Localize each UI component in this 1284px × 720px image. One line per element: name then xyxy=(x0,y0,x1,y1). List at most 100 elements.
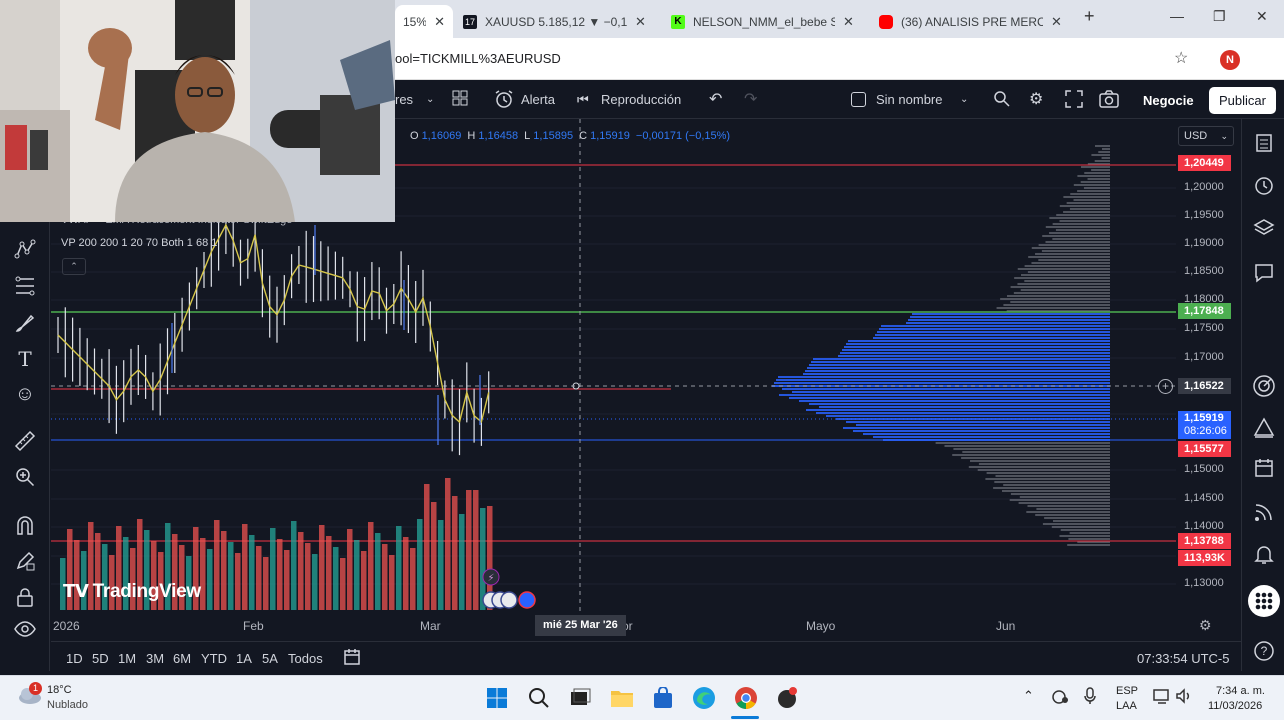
chevron-down-icon[interactable]: ⌄ xyxy=(426,94,434,105)
network-icon[interactable] xyxy=(1051,688,1069,707)
volume-profile-row xyxy=(1007,295,1110,297)
apps-grid-icon[interactable] xyxy=(1248,585,1280,617)
undo-icon[interactable]: ↶ xyxy=(709,89,722,109)
lock-icon[interactable] xyxy=(13,585,37,609)
quick-search-icon[interactable] xyxy=(993,90,1011,111)
fullscreen-icon[interactable] xyxy=(1065,90,1083,111)
date-range-icon[interactable] xyxy=(343,648,361,669)
browser-tab-active[interactable]: 15% ✕ xyxy=(395,5,453,38)
trade-button[interactable]: Negocie xyxy=(1133,87,1204,114)
weather-condition[interactable]: Nublado xyxy=(47,699,88,711)
chrome-browser-icon[interactable] xyxy=(733,685,759,711)
zoom-in-icon[interactable] xyxy=(13,465,37,489)
weather-temperature[interactable]: 18°C xyxy=(47,684,72,696)
search-icon[interactable] xyxy=(526,685,552,711)
pattern-tool-icon[interactable] xyxy=(13,237,37,261)
axis-settings-gear-icon[interactable]: ⚙ xyxy=(1199,617,1212,634)
camera-snapshot-icon[interactable] xyxy=(1099,90,1119,111)
volume-profile-row xyxy=(1091,154,1110,156)
timeframe-6m[interactable]: 6M xyxy=(173,651,191,666)
timeframe-1d[interactable]: 1D xyxy=(66,651,83,666)
chat-icon[interactable] xyxy=(1252,261,1276,285)
timeframe-5a[interactable]: 5A xyxy=(262,651,278,666)
help-icon[interactable]: ? xyxy=(1252,639,1276,663)
volume-profile-row xyxy=(879,328,1110,330)
volume-bar xyxy=(368,522,374,610)
timeframe-5d[interactable]: 5D xyxy=(92,651,109,666)
notifications-bell-icon[interactable] xyxy=(1252,542,1276,566)
task-view-icon[interactable] xyxy=(567,685,593,711)
replay-button[interactable]: Reproducción xyxy=(601,92,681,107)
calendar-icon[interactable] xyxy=(1252,456,1276,480)
indicators-button[interactable]: res xyxy=(395,92,413,107)
indicator-volume-profile[interactable]: VP 200 200 1 20 70 Both 1 68 1 xyxy=(61,237,217,249)
close-icon[interactable]: ✕ xyxy=(1051,14,1062,30)
app-with-notification-icon[interactable] xyxy=(774,685,800,711)
profile-avatar[interactable]: N xyxy=(1220,50,1240,70)
browser-tab-xauusd[interactable]: 17 XAUUSD 5.185,12 ▼ −0,15% ✕ xyxy=(455,5,660,38)
watchlist-icon[interactable] xyxy=(1252,131,1276,155)
volume-profile-row xyxy=(819,406,1110,408)
display-icon[interactable] xyxy=(1153,688,1171,707)
publish-button[interactable]: Publicar xyxy=(1209,87,1276,114)
emoji-tool-icon[interactable]: ☺ xyxy=(13,382,37,406)
ruler-tool-icon[interactable] xyxy=(13,429,37,453)
windows-start-icon[interactable] xyxy=(484,685,510,711)
text-tool-icon[interactable]: T xyxy=(13,347,37,371)
volume-profile-row xyxy=(1003,484,1110,486)
restore-icon[interactable]: ❐ xyxy=(1213,8,1226,25)
new-tab-button[interactable]: + xyxy=(1084,6,1095,27)
volume-icon[interactable] xyxy=(1175,688,1193,707)
bookmark-star-icon[interactable]: ☆ xyxy=(1174,48,1188,68)
fib-tool-icon[interactable] xyxy=(13,274,37,298)
minimize-icon[interactable]: — xyxy=(1170,8,1184,24)
settings-gear-icon[interactable]: ⚙ xyxy=(1029,89,1043,109)
lock-drawing-pencil-icon[interactable] xyxy=(13,549,37,573)
replay-icon[interactable]: ⏮ xyxy=(577,92,589,108)
browser-tab-kick[interactable]: K NELSON_NMM_el_bebe Stre ✕ xyxy=(663,5,868,38)
pine-editor-icon[interactable] xyxy=(1252,416,1276,440)
system-tray-chevron-up-icon[interactable]: ⌃ xyxy=(1023,688,1034,704)
feed-signal-icon[interactable] xyxy=(1252,500,1276,524)
close-icon[interactable]: ✕ xyxy=(434,14,445,30)
input-language[interactable]: ESP xyxy=(1116,685,1138,697)
timeframe-ytd[interactable]: YTD xyxy=(201,651,227,666)
microphone-icon[interactable] xyxy=(1084,687,1096,708)
alerts-clock-icon[interactable] xyxy=(1252,173,1276,197)
timeframe-3m[interactable]: 3M xyxy=(146,651,164,666)
tab-title: NELSON_NMM_el_bebe Stre xyxy=(693,14,835,29)
timeframe-1m[interactable]: 1M xyxy=(118,651,136,666)
add-alert-plus-icon[interactable]: + xyxy=(1158,379,1173,394)
timeframe-1a[interactable]: 1A xyxy=(236,651,252,666)
volume-profile-row xyxy=(1018,502,1110,504)
magnet-icon[interactable] xyxy=(13,513,37,537)
timeframe-all[interactable]: Todos xyxy=(288,651,323,666)
brush-tool-icon[interactable] xyxy=(13,311,37,335)
edge-browser-icon[interactable] xyxy=(691,685,717,711)
volume-profile-row xyxy=(1041,250,1110,252)
file-explorer-icon[interactable] xyxy=(609,685,635,711)
target-icon[interactable] xyxy=(1252,374,1276,398)
volume-profile-row xyxy=(1070,193,1110,195)
taskbar-time[interactable]: 7:34 a. m. xyxy=(1216,685,1265,697)
alert-button[interactable]: Alerta xyxy=(521,92,555,107)
layout-name-button[interactable]: Sin nombre xyxy=(851,92,942,107)
templates-icon[interactable] xyxy=(452,90,468,109)
url-input[interactable]: ool=TICKMILL%3AEURUSD xyxy=(395,51,561,66)
redo-icon[interactable]: ↷ xyxy=(744,89,757,109)
layers-icon[interactable] xyxy=(1252,216,1276,240)
close-icon[interactable]: ✕ xyxy=(843,14,854,30)
eye-icon[interactable] xyxy=(13,617,37,641)
chart-clock[interactable]: 07:33:54 UTC-5 xyxy=(1137,651,1230,666)
keyboard-layout[interactable]: LAA xyxy=(1116,700,1137,712)
browser-tab-youtube[interactable]: (36) ANALISIS PRE MERCADO ✕ xyxy=(871,5,1076,38)
taskbar-date[interactable]: 11/03/2026 xyxy=(1208,700,1262,712)
alert-clock-icon[interactable] xyxy=(494,89,514,112)
close-window-icon[interactable]: ✕ xyxy=(1256,8,1268,25)
collapse-legend-button[interactable]: ⌃ xyxy=(62,258,86,275)
currency-select[interactable]: USD ⌄ xyxy=(1178,126,1234,146)
close-icon[interactable]: ✕ xyxy=(635,14,646,30)
chevron-down-icon[interactable]: ⌄ xyxy=(960,94,968,105)
microsoft-store-icon[interactable] xyxy=(650,685,676,711)
volume-bar xyxy=(473,490,479,610)
